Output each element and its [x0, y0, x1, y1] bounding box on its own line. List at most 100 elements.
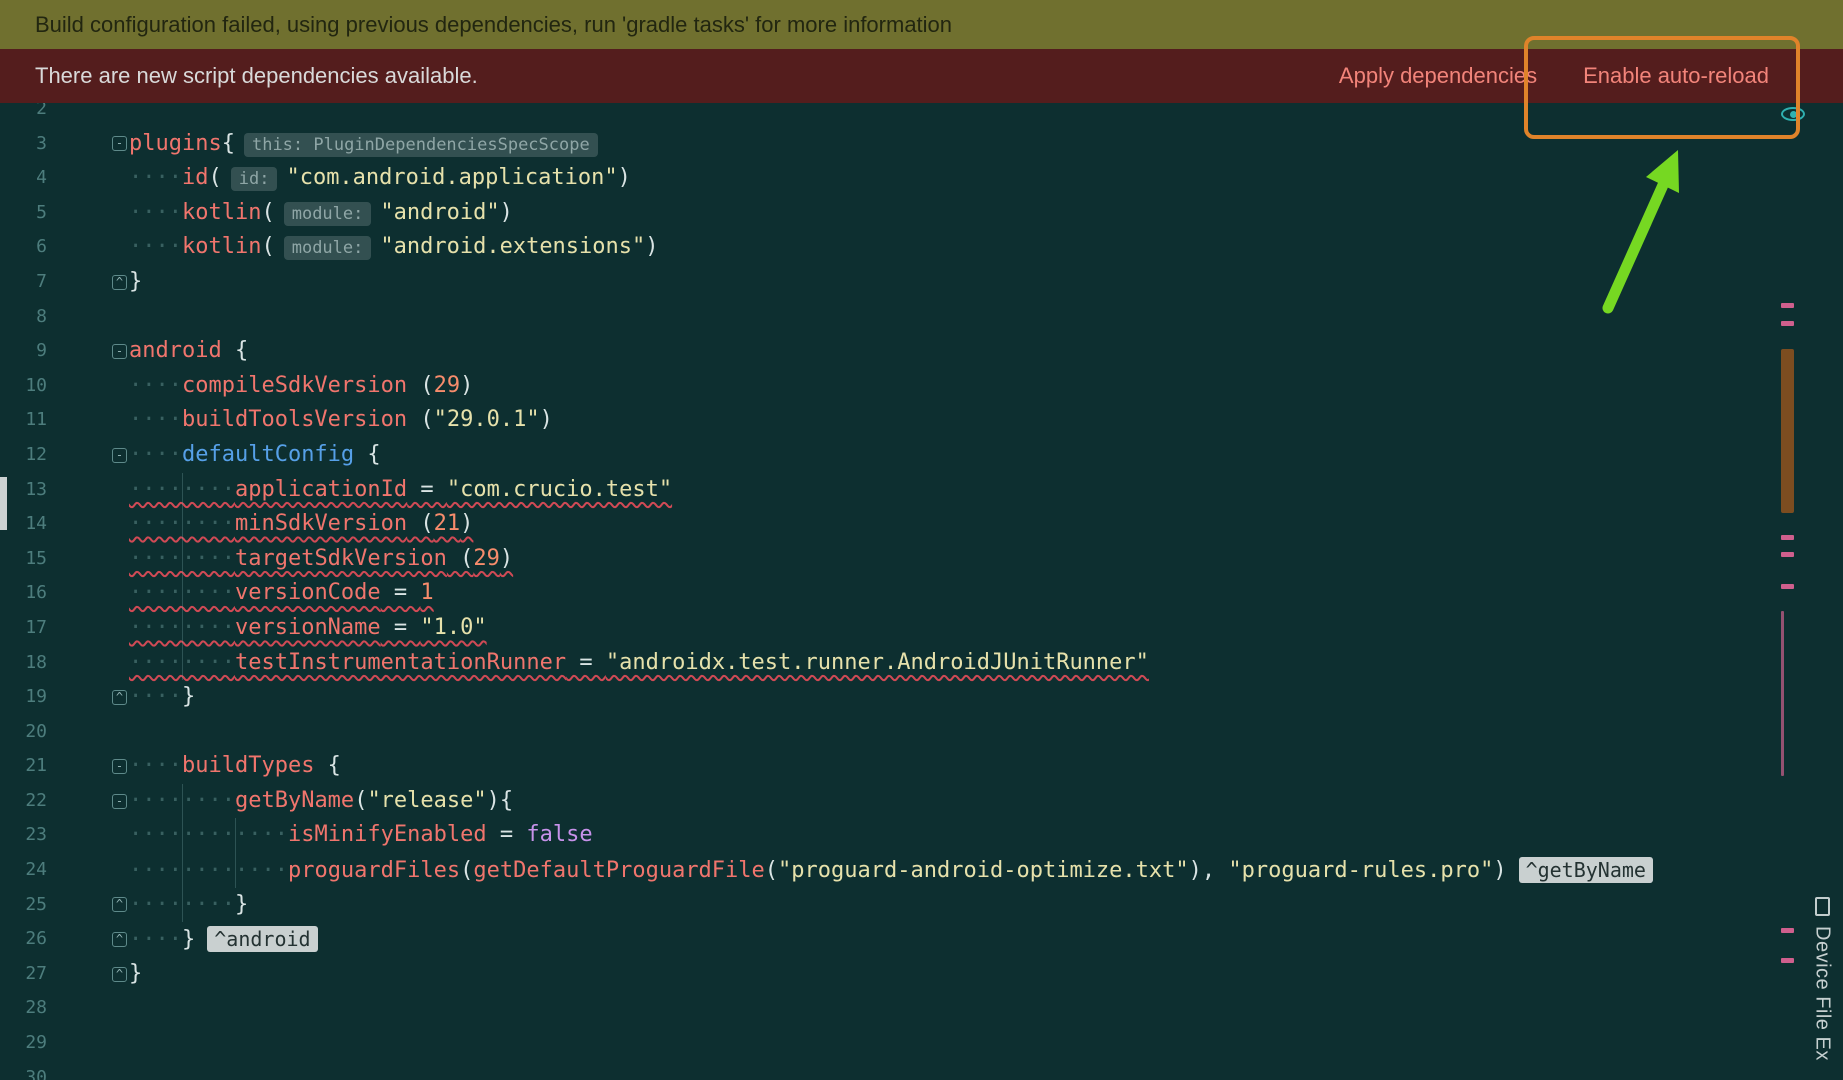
code-text[interactable]: ····buildToolsVersion ("29.0.1") — [129, 403, 1843, 438]
fold-collapse-icon[interactable]: - — [112, 447, 127, 463]
code-line[interactable]: 15 ········targetSdkVersion (29) — [0, 541, 1843, 577]
code-line[interactable]: 22 - ········getByName("release"){ — [0, 783, 1843, 819]
code-line[interactable]: 10 ····compileSdkVersion (29) — [0, 369, 1843, 404]
inspections-eye-icon[interactable] — [1781, 107, 1805, 121]
line-number[interactable]: 10 — [0, 369, 47, 404]
stripe-mark-line[interactable] — [1781, 611, 1784, 776]
code-text[interactable] — [129, 300, 1843, 335]
code-line[interactable]: 19 ^ ····} — [0, 680, 1843, 715]
code-text[interactable]: ····compileSdkVersion (29) — [129, 369, 1843, 404]
line-number[interactable]: 28 — [0, 991, 47, 1026]
code-line[interactable]: 13 ········applicationId = "com.crucio.te… — [0, 472, 1843, 508]
fold-collapse-icon[interactable]: - — [112, 759, 127, 775]
code-line[interactable]: 29 — [0, 1026, 1843, 1061]
fold-collapse-icon[interactable]: - — [112, 793, 127, 809]
line-number[interactable]: 5 — [0, 196, 47, 231]
code-text[interactable]: ········getByName("release"){ — [129, 783, 1843, 819]
line-number[interactable]: 6 — [0, 230, 47, 265]
code-text[interactable]: ········} — [129, 887, 1843, 923]
code-text[interactable]: ········versionCode = 1 — [129, 576, 1843, 611]
line-number[interactable]: 22 — [0, 784, 47, 819]
stripe-mark-pink[interactable] — [1781, 552, 1794, 557]
code-line[interactable]: 9 - android { — [0, 334, 1843, 369]
stripe-mark-pink[interactable] — [1781, 928, 1794, 933]
code-editor[interactable]: 2 3- plugins{this: PluginDependenciesSpecS… — [0, 103, 1843, 1080]
code-line[interactable]: 4 ····id(id: "com.android.application") — [0, 161, 1843, 196]
fold-end-icon[interactable]: ^ — [112, 932, 127, 948]
code-text[interactable]: ····buildTypes { — [129, 749, 1843, 784]
code-text[interactable]: ····defaultConfig { — [129, 438, 1843, 473]
line-number[interactable]: 24 — [0, 853, 47, 888]
line-number[interactable]: 13 — [0, 473, 47, 508]
code-line[interactable]: 12 - ····defaultConfig { — [0, 438, 1843, 473]
code-line[interactable]: 21 - ····buildTypes { — [0, 749, 1843, 784]
line-number[interactable]: 14 — [0, 507, 47, 542]
enable-auto-reload-link[interactable]: Enable auto-reload — [1583, 63, 1769, 89]
stripe-mark-pink[interactable] — [1781, 535, 1794, 540]
code-text[interactable]: ········minSdkVersion (21) — [129, 507, 1843, 542]
fold-end-icon[interactable]: ^ — [112, 274, 127, 290]
code-text[interactable]: ········applicationId = "com.crucio.test… — [129, 472, 1843, 508]
code-line[interactable]: 3 - plugins{this: PluginDependenciesSpecSc… — [0, 127, 1843, 162]
code-line[interactable]: 5 ····kotlin(module: "android") — [0, 196, 1843, 231]
code-text[interactable]: ····} ^android — [129, 922, 1843, 957]
line-number[interactable]: 9 — [0, 334, 47, 369]
code-line[interactable]: 26 ^ ····} ^android — [0, 922, 1843, 957]
line-number[interactable]: 16 — [0, 576, 47, 611]
code-text[interactable]: ········testInstrumentationRunner = "and… — [129, 645, 1843, 681]
line-number[interactable]: 7 — [0, 265, 47, 300]
line-number[interactable]: 8 — [0, 300, 47, 335]
fold-collapse-icon[interactable]: - — [112, 343, 127, 359]
code-text[interactable]: ············isMinifyEnabled = false — [129, 818, 1843, 854]
error-stripe[interactable] — [1781, 0, 1794, 1080]
code-line[interactable]: 17 ········versionName = "1.0" — [0, 610, 1843, 646]
stripe-mark-orange[interactable] — [1781, 349, 1794, 513]
code-text[interactable] — [129, 715, 1843, 750]
code-line[interactable]: 11 ····buildToolsVersion ("29.0.1") — [0, 403, 1843, 438]
code-line[interactable]: 27 ^} — [0, 957, 1843, 992]
line-number[interactable]: 3 — [0, 127, 47, 162]
code-text[interactable] — [129, 103, 1843, 127]
code-text[interactable]: ····} — [129, 680, 1843, 715]
fold-end-icon[interactable]: ^ — [112, 966, 127, 982]
line-number[interactable]: 29 — [0, 1026, 47, 1061]
code-line[interactable]: 6 ····kotlin(module: "android.extensions") — [0, 230, 1843, 265]
fold-end-icon[interactable]: ^ — [112, 689, 127, 705]
line-number[interactable]: 20 — [0, 715, 47, 750]
apply-dependencies-link[interactable]: Apply dependencies — [1339, 63, 1537, 89]
code-line[interactable]: 20 — [0, 715, 1843, 750]
code-line[interactable]: 25 ^ ········} — [0, 887, 1843, 923]
code-text[interactable]: ····kotlin(module: "android.extensions") — [129, 230, 1843, 265]
code-text[interactable] — [129, 991, 1843, 1026]
line-number[interactable]: 25 — [0, 888, 47, 923]
code-text[interactable]: plugins{this: PluginDependenciesSpecScop… — [129, 127, 1843, 162]
line-number[interactable]: 21 — [0, 749, 47, 784]
code-text[interactable]: } — [129, 957, 1843, 992]
code-line[interactable]: 16 ········versionCode = 1 — [0, 576, 1843, 611]
line-number[interactable]: 19 — [0, 680, 47, 715]
stripe-mark-pink[interactable] — [1781, 584, 1794, 589]
code-text[interactable]: ····kotlin(module: "android") — [129, 196, 1843, 231]
code-line[interactable]: 8 — [0, 300, 1843, 335]
stripe-mark-pink[interactable] — [1781, 303, 1794, 308]
line-number[interactable]: 2 — [0, 103, 47, 127]
code-text[interactable]: android { — [129, 334, 1843, 369]
code-text[interactable]: ········versionName = "1.0" — [129, 610, 1843, 646]
tool-window-button-device-file-explorer[interactable]: Device File Ex — [1804, 897, 1840, 1061]
line-number[interactable]: 30 — [0, 1061, 47, 1080]
code-text[interactable]: ············proguardFiles(getDefaultProg… — [129, 853, 1843, 888]
code-line[interactable]: 24 ············proguardFiles(getDefaultPr… — [0, 853, 1843, 888]
code-text[interactable]: ····id(id: "com.android.application") — [129, 161, 1843, 196]
code-line[interactable]: 7 ^} — [0, 265, 1843, 300]
line-number[interactable]: 17 — [0, 611, 47, 646]
code-text[interactable] — [129, 1026, 1843, 1061]
line-number[interactable]: 4 — [0, 161, 47, 196]
code-line[interactable]: 2 — [0, 103, 1843, 127]
code-line[interactable]: 28 — [0, 991, 1843, 1026]
line-number[interactable]: 23 — [0, 818, 47, 853]
code-line[interactable]: 30 — [0, 1061, 1843, 1080]
code-line[interactable]: 23 ············isMinifyEnabled = false — [0, 818, 1843, 854]
fold-end-icon[interactable]: ^ — [112, 897, 127, 913]
code-text[interactable]: ········targetSdkVersion (29) — [129, 541, 1843, 577]
stripe-mark-pink[interactable] — [1781, 958, 1794, 963]
